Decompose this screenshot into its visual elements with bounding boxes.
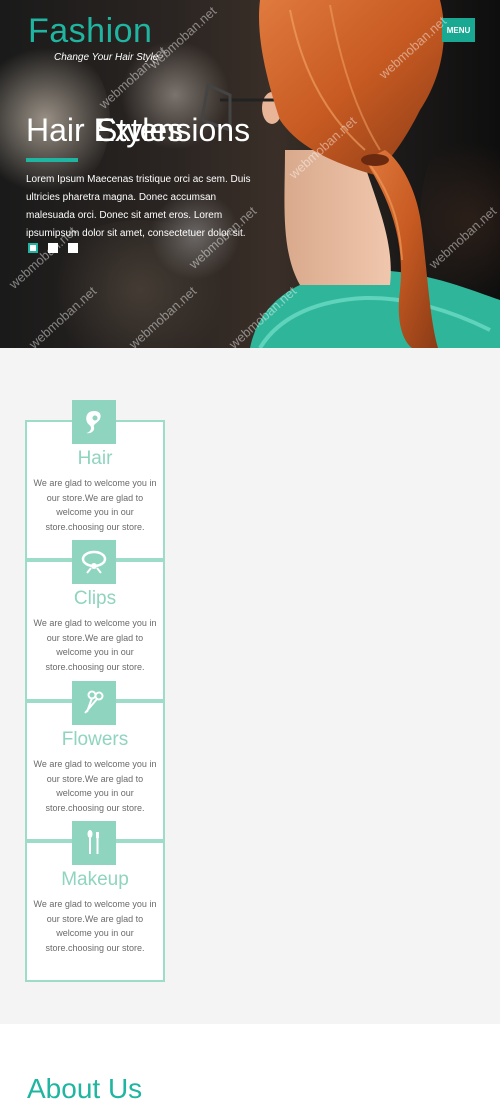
slider-dot-1[interactable] — [28, 243, 38, 253]
about-heading: About Us — [27, 1073, 143, 1100]
service-title: Hair — [77, 448, 113, 469]
slide-description: Lorem Ipsum Maecenas tristique orci ac s… — [26, 174, 251, 239]
service-card-makeup[interactable]: Makeup We are glad to welcome you in our… — [25, 821, 165, 982]
service-description: We are glad to welcome you in our store.… — [33, 478, 157, 532]
slider-pagination — [28, 243, 78, 253]
scissors-icon — [72, 681, 116, 725]
service-card-flowers[interactable]: Flowers We are glad to welcome you in ou… — [25, 681, 165, 841]
hair-icon — [72, 400, 116, 444]
slide-title-overlap-text: Styles — [96, 112, 184, 148]
menu-button[interactable]: MENU — [442, 18, 475, 42]
services-section: Hair We are glad to welcome you in our s… — [0, 348, 500, 1024]
makeup-brush-icon — [72, 821, 116, 865]
slider-dot-2[interactable] — [48, 243, 58, 253]
service-card-hair[interactable]: Hair We are glad to welcome you in our s… — [25, 400, 165, 560]
clip-icon — [72, 540, 116, 584]
service-title: Makeup — [61, 869, 129, 890]
site-logo[interactable]: Fashion — [28, 12, 152, 51]
service-description: We are glad to welcome you in our store.… — [33, 899, 157, 953]
site-tagline: Change Your Hair Style — [54, 52, 159, 63]
slider-dot-3[interactable] — [68, 243, 78, 253]
slide-title-underline — [26, 158, 78, 162]
service-description: We are glad to welcome you in our store.… — [33, 618, 157, 672]
service-title: Flowers — [61, 729, 129, 750]
about-section: About Us — [0, 1024, 500, 1100]
service-description: We are glad to welcome you in our store.… — [33, 759, 157, 813]
slide-title: Hair Extensions Styles — [26, 112, 250, 149]
hero-banner: Fashion Change Your Hair Style MENU Hair… — [0, 0, 500, 348]
service-title: Clips — [73, 588, 117, 609]
service-card-clips[interactable]: Clips We are glad to welcome you in our … — [25, 540, 165, 701]
